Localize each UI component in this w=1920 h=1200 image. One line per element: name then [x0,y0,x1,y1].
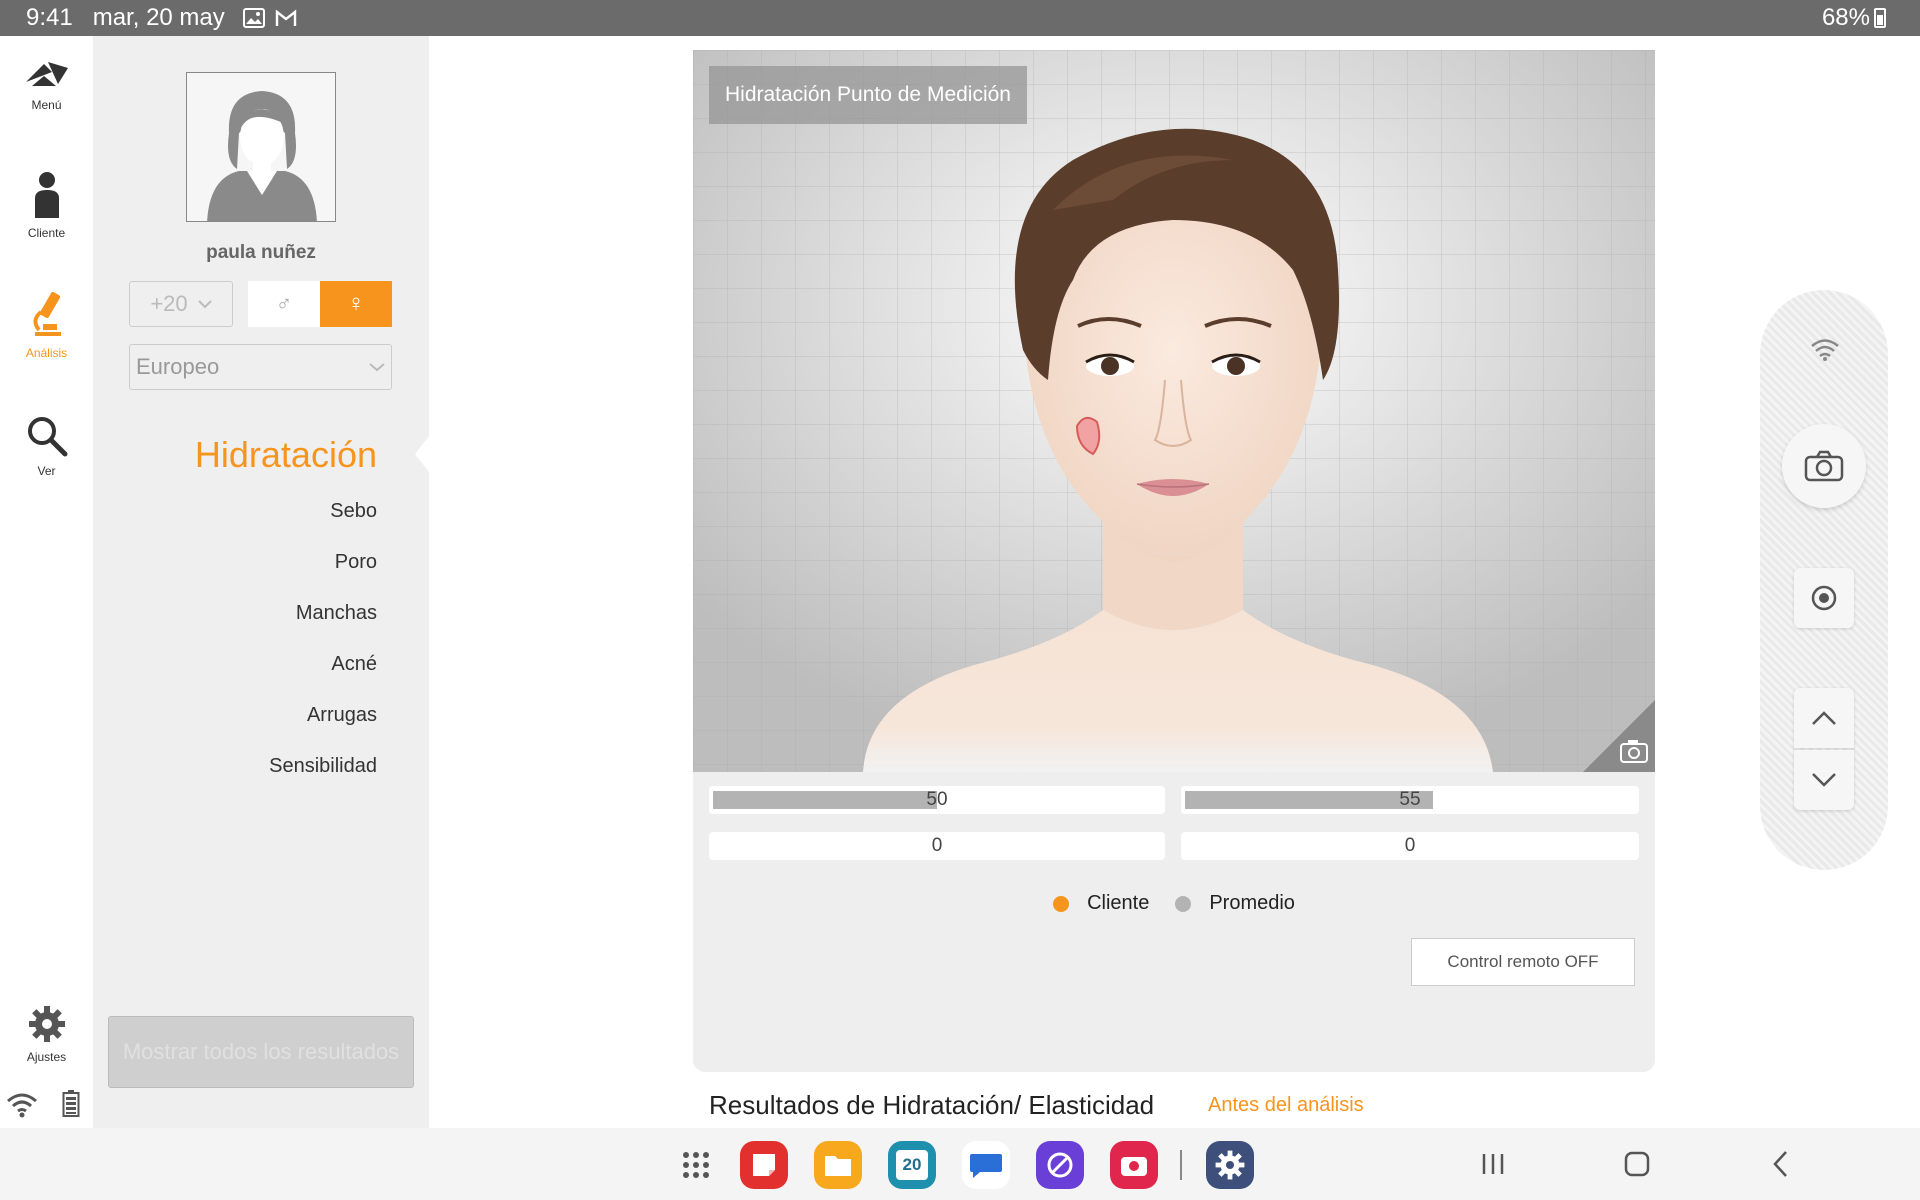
connection-wifi-icon [1811,339,1839,361]
client-bar-right-value: 55 [1399,789,1421,810]
client-bar-right: 55 [1181,786,1639,814]
avatar-female-silhouette-icon [207,91,317,221]
status-time: 9:41 [26,4,73,31]
snapshot-corner-button[interactable] [1583,700,1655,772]
client-name: paula nuñez [206,242,316,263]
active-nav-pointer [415,436,429,472]
face-illustration [693,50,1655,772]
person-icon [34,172,59,218]
legend-average-label: Promedio [1209,892,1295,914]
chevron-up-icon [1812,711,1836,725]
rail-item-settings[interactable]: Ajustes [0,1004,93,1064]
ethnicity-value: Europeo [136,354,220,379]
rail-label-analysis: Análisis [25,346,68,360]
back-button[interactable] [1766,1146,1796,1182]
home-button[interactable] [1620,1146,1654,1182]
microscope-icon [33,291,61,336]
nav-item-acne[interactable]: Acné [331,653,377,676]
calendar-day: 20 [896,1150,928,1180]
client-dot-icon [1053,895,1070,912]
rail-item-menu[interactable]: Menú [0,58,93,112]
show-all-results-button[interactable]: Mostrar todos los resultados [108,1016,414,1088]
left-rail: Menú Cliente Análisis Ver Ajustes [0,36,93,1128]
gear-icon [28,1006,65,1042]
device-control-panel [1760,290,1888,870]
ethnicity-select[interactable]: Europeo [129,344,392,390]
gallery-notification-icon [242,8,265,28]
gender-female-button[interactable]: ♀ [320,281,392,327]
rail-item-analysis[interactable]: Análisis [0,290,93,360]
client-bar-left: 50 [709,786,1165,814]
chevron-down-icon [197,300,212,309]
analysis-card: Hidratación Punto de Medición 50 55 0 0 … [693,50,1655,1072]
average-bar-left-value: 0 [931,835,943,856]
record-button[interactable] [1794,568,1854,628]
nav-item-sebum[interactable]: Sebo [330,500,377,523]
face-view-title: Hidratación Punto de Medición [709,66,1027,124]
female-symbol-icon: ♀ [347,290,365,317]
nav-item-pore[interactable]: Poro [335,551,377,574]
average-bar-left: 0 [709,832,1165,860]
average-bar-right-value: 0 [1404,835,1416,856]
device-battery-icon [62,1090,80,1117]
rail-label-settings: Ajustes [26,1050,67,1064]
average-bar-right: 0 [1181,832,1639,860]
battery-indicator: 68% [1822,4,1886,32]
zoom-down-button[interactable] [1794,750,1854,810]
age-value: +20 [150,291,188,316]
settings-app-icon[interactable] [1206,1141,1254,1189]
legend: Cliente Promedio [693,892,1655,915]
messages-app-icon[interactable] [962,1141,1010,1189]
zoom-up-button[interactable] [1794,688,1854,748]
battery-icon [1874,8,1886,28]
notes-app-icon[interactable] [740,1141,788,1189]
average-dot-icon [1175,895,1192,912]
capture-button[interactable] [1782,424,1866,508]
camera-app-icon[interactable] [1110,1141,1158,1189]
legend-average: Promedio [1175,892,1295,915]
nav-item-wrinkles[interactable]: Arrugas [307,704,377,727]
system-taskbar: 20 [0,1128,1920,1200]
age-select[interactable]: +20 [129,281,233,327]
client-panel: paula nuñez +20 ♂ ♀ Europeo Hidratación … [93,36,429,1128]
battery-percent: 68% [1821,4,1870,31]
apps-grid-icon[interactable] [672,1141,720,1189]
face-measurement-view: Hidratación Punto de Medición [693,50,1655,772]
results-title: Resultados de Hidratación/ Elasticidad [709,1090,1155,1120]
calendar-app-icon[interactable]: 20 [888,1141,936,1189]
rail-item-view[interactable]: Ver [0,414,93,478]
rail-label-client: Cliente [27,226,66,240]
male-symbol-icon: ♂ [275,291,293,316]
legend-client: Cliente [1053,892,1149,915]
results-status: Antes del análisis [1208,1094,1364,1116]
record-icon [1811,585,1837,611]
gender-male-button[interactable]: ♂ [248,281,320,327]
browser-app-icon[interactable] [1036,1141,1084,1189]
rail-item-client[interactable]: Cliente [0,170,93,240]
status-bar: 9:41 mar, 20 may 68% [0,0,1920,36]
client-bar-left-value: 50 [926,789,948,810]
wifi-icon [7,1093,37,1118]
logo-icon [25,62,68,86]
rail-label-view: Ver [37,464,56,478]
camera-icon [1804,450,1844,482]
legend-client-label: Cliente [1087,892,1150,914]
taskbar-separator [1180,1150,1182,1180]
remote-control-button[interactable]: Control remoto OFF [1411,938,1635,986]
recent-apps-button[interactable] [1478,1146,1508,1182]
search-icon [27,417,67,457]
chevron-down-icon [1812,773,1836,787]
nav-item-sensitivity[interactable]: Sensibilidad [269,755,377,778]
status-date: mar, 20 may [92,4,225,31]
files-app-icon[interactable] [814,1141,862,1189]
avatar[interactable] [186,72,336,222]
gmail-notification-icon [275,9,296,26]
chevron-down-icon [369,363,385,372]
nav-item-spots[interactable]: Manchas [296,602,377,625]
nav-item-hydration[interactable]: Hidratación [195,434,377,476]
rail-label-menu: Menú [31,98,62,112]
